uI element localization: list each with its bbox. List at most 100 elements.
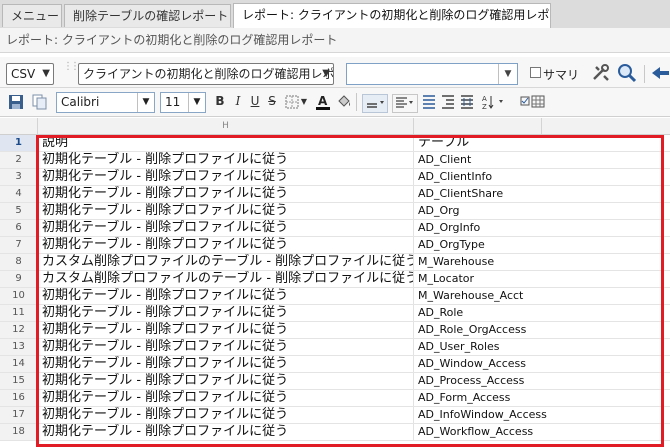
row-number[interactable]: 8	[0, 254, 38, 270]
cell-description[interactable]: 初期化テーブル - 削除プロファイルに従う	[41, 390, 414, 406]
merge-cells-icon[interactable]	[460, 94, 474, 110]
export-icon[interactable]	[650, 63, 670, 83]
header-cell-table[interactable]: テーブル	[416, 135, 660, 151]
row-number[interactable]: 4	[0, 186, 38, 202]
italic-icon[interactable]: I	[232, 94, 244, 108]
tab-deletion-table-report[interactable]: 削除テーブルの確認レポート ✖	[64, 4, 231, 27]
row-number[interactable]: 17	[0, 407, 38, 423]
column-header[interactable]	[542, 118, 670, 134]
font-family-select[interactable]: Calibri ▼	[56, 92, 155, 113]
header-cell-description[interactable]: 説明	[41, 135, 414, 151]
cell-description[interactable]: 初期化テーブル - 削除プロファイルに従う	[41, 203, 414, 219]
table-row[interactable]: 15 初期化テーブル - 削除プロファイルに従う AD_Process_Acce…	[0, 373, 670, 390]
table-row[interactable]: 18 初期化テーブル - 削除プロファイルに従う AD_Workflow_Acc…	[0, 424, 670, 441]
grid-options-icon[interactable]	[520, 95, 546, 109]
cell-table[interactable]: M_Locator	[416, 271, 660, 287]
font-color-icon[interactable]: A	[316, 93, 330, 111]
table-row[interactable]: 8 カスタム削除プロファイルのテーブル - 削除プロファイルに従う M_Ware…	[0, 254, 670, 271]
wrap-text-icon[interactable]	[422, 94, 436, 110]
cell-table[interactable]: AD_ClientShare	[416, 186, 660, 202]
table-row[interactable]: 7 初期化テーブル - 削除プロファイルに従う AD_OrgType	[0, 237, 670, 254]
cell-table[interactable]: AD_Role	[416, 305, 660, 321]
row-number[interactable]: 1	[0, 135, 38, 151]
table-row[interactable]: 17 初期化テーブル - 削除プロファイルに従う AD_InfoWindow_A…	[0, 407, 670, 424]
row-number[interactable]: 13	[0, 339, 38, 355]
cell-table[interactable]: M_Warehouse	[416, 254, 660, 270]
cell-table[interactable]: AD_Org	[416, 203, 660, 219]
cell-description[interactable]: 初期化テーブル - 削除プロファイルに従う	[41, 152, 414, 168]
bold-icon[interactable]: B	[214, 94, 226, 108]
table-row[interactable]: 16 初期化テーブル - 削除プロファイルに従う AD_Form_Access	[0, 390, 670, 407]
cell-table[interactable]: AD_Process_Access	[416, 373, 660, 389]
cell-table[interactable]: AD_Window_Access	[416, 356, 660, 372]
save-icon[interactable]	[8, 94, 24, 110]
table-row[interactable]: 2 初期化テーブル - 削除プロファイルに従う AD_Client	[0, 152, 670, 169]
report-select[interactable]: クライアントの初期化と削除のログ確認用レポート ▼	[78, 63, 334, 85]
cell-table[interactable]: AD_Form_Access	[416, 390, 660, 406]
cell-description[interactable]: 初期化テーブル - 削除プロファイルに従う	[41, 424, 414, 440]
table-row[interactable]: 13 初期化テーブル - 削除プロファイルに従う AD_User_Roles	[0, 339, 670, 356]
cell-description[interactable]: カスタム削除プロファイルのテーブル - 削除プロファイルに従う	[41, 254, 414, 270]
cell-table[interactable]: AD_OrgInfo	[416, 220, 660, 236]
horizontal-align-icon[interactable]	[392, 94, 418, 113]
row-number[interactable]: 10	[0, 288, 38, 304]
tools-icon[interactable]	[590, 62, 612, 84]
cell-table[interactable]: AD_InfoWindow_Access	[416, 407, 660, 423]
tab-menu[interactable]: メニュー	[2, 4, 62, 27]
search-icon[interactable]	[616, 62, 638, 84]
search-combo[interactable]: ▼	[346, 63, 518, 85]
font-size-select[interactable]: 11 ▼	[160, 92, 206, 113]
cell-description[interactable]: カスタム削除プロファイルのテーブル - 削除プロファイルに従う	[41, 271, 414, 287]
table-row[interactable]: 5 初期化テーブル - 削除プロファイルに従う AD_Org	[0, 203, 670, 220]
borders-icon[interactable]	[285, 95, 299, 109]
table-row[interactable]: 14 初期化テーブル - 削除プロファイルに従う AD_Window_Acces…	[0, 356, 670, 373]
fill-color-icon[interactable]	[336, 93, 352, 111]
cell-table[interactable]: AD_Client	[416, 152, 660, 168]
cell-description[interactable]: 初期化テーブル - 削除プロファイルに従う	[41, 237, 414, 253]
row-number[interactable]: 12	[0, 322, 38, 338]
cell-table[interactable]: AD_Workflow_Access	[416, 424, 660, 440]
cell-table[interactable]: M_Warehouse_Acct	[416, 288, 660, 304]
cell-table[interactable]: AD_Role_OrgAccess	[416, 322, 660, 338]
table-row-header[interactable]: 1 説明 テーブル	[0, 135, 670, 152]
cell-description[interactable]: 初期化テーブル - 削除プロファイルに従う	[41, 407, 414, 423]
table-row[interactable]: 11 初期化テーブル - 削除プロファイルに従う AD_Role	[0, 305, 670, 322]
cell-table[interactable]: AD_OrgType	[416, 237, 660, 253]
row-number[interactable]: 7	[0, 237, 38, 253]
cell-description[interactable]: 初期化テーブル - 削除プロファイルに従う	[41, 373, 414, 389]
copy-icon[interactable]	[32, 94, 48, 110]
row-number[interactable]: 18	[0, 424, 38, 440]
row-number[interactable]: 14	[0, 356, 38, 372]
row-number[interactable]: 6	[0, 220, 38, 236]
cell-description[interactable]: 初期化テーブル - 削除プロファイルに従う	[41, 186, 414, 202]
column-header[interactable]: H	[38, 118, 414, 134]
cell-description[interactable]: 初期化テーブル - 削除プロファイルに従う	[41, 169, 414, 185]
table-row[interactable]: 4 初期化テーブル - 削除プロファイルに従う AD_ClientShare	[0, 186, 670, 203]
row-number[interactable]: 3	[0, 169, 38, 185]
cell-table[interactable]: AD_ClientInfo	[416, 169, 660, 185]
chevron-down-icon[interactable]: ▼	[300, 97, 308, 106]
table-row[interactable]: 12 初期化テーブル - 削除プロファイルに従う AD_Role_OrgAcce…	[0, 322, 670, 339]
strikethrough-icon[interactable]: S	[266, 94, 278, 108]
table-row[interactable]: 6 初期化テーブル - 削除プロファイルに従う AD_OrgInfo	[0, 220, 670, 237]
table-row[interactable]: 9 カスタム削除プロファイルのテーブル - 削除プロファイルに従う M_Loca…	[0, 271, 670, 288]
vertical-align-icon[interactable]	[362, 94, 388, 113]
cell-description[interactable]: 初期化テーブル - 削除プロファイルに従う	[41, 288, 414, 304]
chevron-down-icon[interactable]: ▼	[498, 64, 517, 84]
indent-icon[interactable]	[441, 94, 455, 110]
row-number[interactable]: 11	[0, 305, 38, 321]
format-select[interactable]: CSV ▼	[6, 63, 54, 85]
summary-checkbox[interactable]	[530, 67, 541, 78]
cell-description[interactable]: 初期化テーブル - 削除プロファイルに従う	[41, 356, 414, 372]
row-number[interactable]: 5	[0, 203, 38, 219]
row-number[interactable]: 2	[0, 152, 38, 168]
cell-description[interactable]: 初期化テーブル - 削除プロファイルに従う	[41, 305, 414, 321]
cell-description[interactable]: 初期化テーブル - 削除プロファイルに従う	[41, 322, 414, 338]
underline-icon[interactable]: U	[249, 94, 261, 108]
cell-description[interactable]: 初期化テーブル - 削除プロファイルに従う	[41, 339, 414, 355]
sort-icon[interactable]: AZ	[481, 93, 507, 111]
spreadsheet-grid[interactable]: H 1 説明 テーブル 2 初期化テーブル - 削除プロファイルに従う AD_C…	[0, 118, 670, 448]
row-number[interactable]: 9	[0, 271, 38, 287]
table-row[interactable]: 3 初期化テーブル - 削除プロファイルに従う AD_ClientInfo	[0, 169, 670, 186]
row-number[interactable]: 15	[0, 373, 38, 389]
